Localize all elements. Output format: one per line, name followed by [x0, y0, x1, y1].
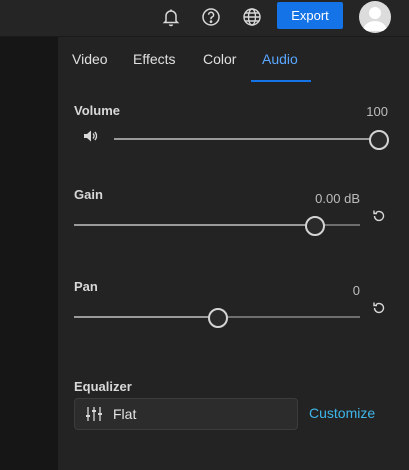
- left-panel: [0, 37, 58, 470]
- gain-label: Gain: [74, 187, 103, 202]
- export-button[interactable]: Export: [277, 2, 343, 29]
- gain-slider[interactable]: [74, 216, 360, 236]
- properties-panel: Video Effects Color Audio Volume 100 Gai…: [58, 37, 409, 470]
- help-icon[interactable]: [198, 4, 224, 30]
- gain-slider-fill: [74, 224, 315, 226]
- equalizer-preset-select[interactable]: Flat: [74, 398, 298, 430]
- active-tab-indicator: [251, 80, 311, 82]
- top-toolbar: Export: [0, 0, 409, 37]
- globe-icon[interactable]: [239, 4, 265, 30]
- tab-audio[interactable]: Audio: [262, 51, 298, 67]
- pan-slider-thumb[interactable]: [208, 308, 228, 328]
- gain-value: 0.00 dB: [315, 191, 360, 206]
- pan-slider-fill: [74, 316, 217, 318]
- panel-tabs: Video Effects Color Audio: [58, 37, 409, 83]
- bell-icon[interactable]: [158, 4, 184, 30]
- volume-slider-thumb[interactable]: [369, 130, 389, 150]
- pan-label: Pan: [74, 279, 98, 294]
- volume-value: 100: [366, 104, 388, 119]
- tab-effects[interactable]: Effects: [133, 51, 176, 67]
- pan-value: 0: [352, 283, 360, 298]
- equalizer-label: Equalizer: [74, 379, 132, 394]
- gain-slider-thumb[interactable]: [305, 216, 326, 236]
- volume-slider[interactable]: [114, 130, 389, 150]
- pan-reset-button[interactable]: [370, 299, 388, 317]
- tab-color[interactable]: Color: [203, 51, 236, 67]
- avatar[interactable]: [359, 1, 391, 33]
- volume-slider-fill: [114, 138, 378, 140]
- pan-slider[interactable]: [74, 308, 360, 328]
- gain-reset-button[interactable]: [370, 207, 388, 225]
- equalizer-preset-value: Flat: [113, 406, 137, 422]
- customize-link[interactable]: Customize: [309, 405, 375, 421]
- tab-video[interactable]: Video: [72, 51, 108, 67]
- speaker-icon[interactable]: [83, 129, 99, 143]
- equalizer-sliders-icon: [85, 406, 103, 422]
- volume-label: Volume: [74, 103, 120, 118]
